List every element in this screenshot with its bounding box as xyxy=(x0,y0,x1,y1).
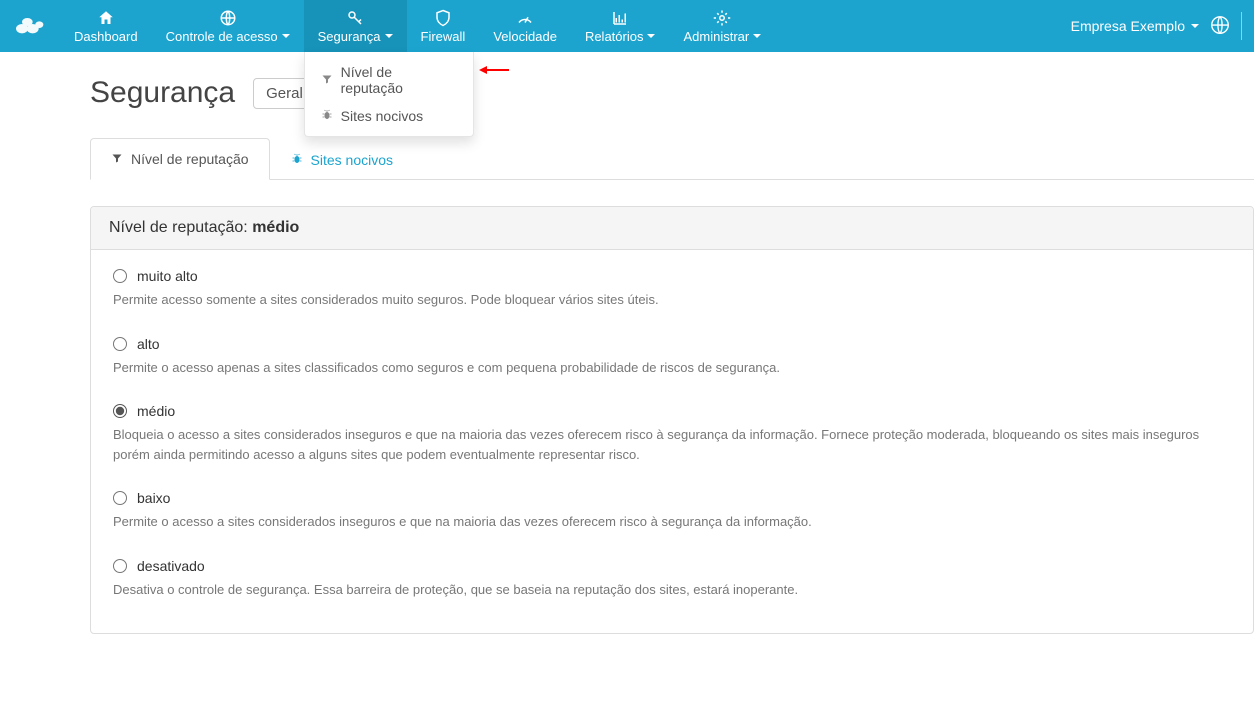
option-label[interactable]: muito alto xyxy=(137,268,198,284)
page-header: Segurança Geral ▼ xyxy=(90,76,1254,110)
option-desativado: desativado Desativa o controle de segura… xyxy=(113,558,1231,600)
option-baixo: baixo Permite o acesso a sites considera… xyxy=(113,490,1231,532)
panel-header: Nível de reputação: médio xyxy=(91,207,1253,250)
chart-bar-icon xyxy=(611,9,629,27)
bug-icon xyxy=(321,108,333,124)
nav-controle-acesso[interactable]: Controle de acesso xyxy=(152,0,304,52)
nav-dashboard[interactable]: Dashboard xyxy=(60,0,152,52)
nav-seguranca[interactable]: Segurança Nível de reputação Sites nociv… xyxy=(304,0,407,52)
tab-label: Nível de reputação xyxy=(131,151,249,167)
option-alto: alto Permite o acesso apenas a sites cla… xyxy=(113,336,1231,378)
dropdown-item-label: Nível de reputação xyxy=(341,64,457,96)
option-desc: Bloqueia o acesso a sites considerados i… xyxy=(113,425,1231,464)
company-dropdown[interactable]: Empresa Exemplo xyxy=(1071,18,1199,34)
gear-icon xyxy=(713,9,731,27)
caret-down-icon xyxy=(1191,24,1199,28)
tab-nivel-reputacao[interactable]: Nível de reputação xyxy=(90,138,270,180)
brand-logo[interactable] xyxy=(0,0,60,52)
bug-icon xyxy=(291,152,303,168)
nav-relatorios[interactable]: Relatórios xyxy=(571,0,670,52)
nav-label: Relatórios xyxy=(585,29,644,44)
dropdown-item-reputacao[interactable]: Nível de reputação xyxy=(305,58,473,102)
caret-down-icon xyxy=(282,34,290,38)
nav-label: Firewall xyxy=(421,29,466,44)
nav-right: Empresa Exemplo xyxy=(1071,0,1254,52)
page-title: Segurança xyxy=(90,76,235,110)
option-label[interactable]: médio xyxy=(137,403,175,419)
globe-nav-icon xyxy=(219,9,237,27)
radio-medio[interactable] xyxy=(113,404,127,418)
nav-administrar[interactable]: Administrar xyxy=(669,0,775,52)
radio-alto[interactable] xyxy=(113,337,127,351)
dropdown-item-label: Sites nocivos xyxy=(341,108,423,124)
nav-velocidade[interactable]: Velocidade xyxy=(479,0,571,52)
company-label: Empresa Exemplo xyxy=(1071,18,1185,34)
globe-icon[interactable] xyxy=(1209,14,1231,39)
option-desc: Desativa o controle de segurança. Essa b… xyxy=(113,580,1231,600)
option-desc: Permite acesso somente a sites considera… xyxy=(113,290,1231,310)
option-medio: médio Bloqueia o acesso a sites consider… xyxy=(113,403,1231,464)
tab-label: Sites nocivos xyxy=(311,152,393,168)
option-muito-alto: muito alto Permite acesso somente a site… xyxy=(113,268,1231,310)
key-icon xyxy=(346,9,364,27)
caret-down-icon xyxy=(647,34,655,38)
nav-label: Dashboard xyxy=(74,29,138,44)
caret-down-icon xyxy=(753,34,761,38)
option-label[interactable]: desativado xyxy=(137,558,205,574)
nav-label: Administrar xyxy=(683,29,749,44)
option-label[interactable]: baixo xyxy=(137,490,170,506)
panel-header-prefix: Nível de reputação: xyxy=(109,219,252,236)
filter-icon xyxy=(111,151,123,167)
gauge-icon xyxy=(516,9,534,27)
shield-icon xyxy=(434,9,452,27)
radio-baixo[interactable] xyxy=(113,491,127,505)
tabs: Nível de reputação Sites nocivos xyxy=(90,138,1254,180)
caret-down-icon xyxy=(385,34,393,38)
panel-header-value: médio xyxy=(252,219,299,236)
dropdown-item-sites-nocivos[interactable]: Sites nocivos xyxy=(305,102,473,130)
option-desc: Permite o acesso a sites considerados in… xyxy=(113,512,1231,532)
nav-label: Segurança xyxy=(318,29,381,44)
home-icon xyxy=(97,9,115,27)
nav-label: Velocidade xyxy=(493,29,557,44)
nav-firewall[interactable]: Firewall xyxy=(407,0,480,52)
dropdown-seguranca: Nível de reputação Sites nocivos xyxy=(304,52,474,137)
panel-reputacao: Nível de reputação: médio muito alto Per… xyxy=(90,206,1254,634)
radio-muito-alto[interactable] xyxy=(113,269,127,283)
separator xyxy=(1241,12,1242,40)
option-label[interactable]: alto xyxy=(137,336,160,352)
top-nav: Dashboard Controle de acesso Segurança N… xyxy=(0,0,1254,52)
filter-icon xyxy=(321,72,333,88)
page-content: Segurança Geral ▼ Nível de reputação Sit… xyxy=(0,52,1254,674)
radio-desativado[interactable] xyxy=(113,559,127,573)
nav-items: Dashboard Controle de acesso Segurança N… xyxy=(60,0,775,52)
option-desc: Permite o acesso apenas a sites classifi… xyxy=(113,358,1231,378)
panel-body: muito alto Permite acesso somente a site… xyxy=(91,250,1253,633)
tab-sites-nocivos[interactable]: Sites nocivos xyxy=(270,138,414,180)
nav-label: Controle de acesso xyxy=(166,29,278,44)
